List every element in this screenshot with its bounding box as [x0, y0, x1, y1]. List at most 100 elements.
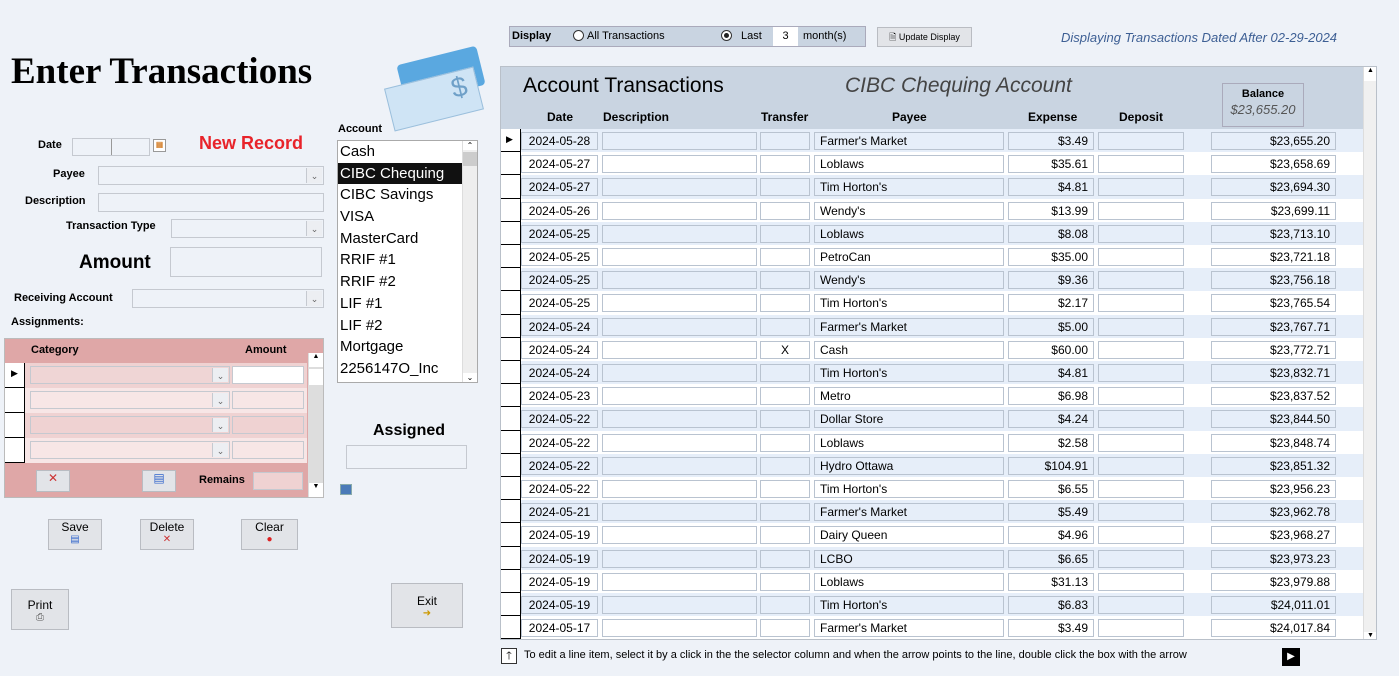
cell-date[interactable]: 2024-05-24 — [521, 317, 598, 336]
cell-balance[interactable]: $23,968.27 — [1211, 526, 1336, 545]
cell-expense[interactable]: $3.49 — [1008, 132, 1094, 150]
cell-expense[interactable]: $4.81 — [1008, 178, 1094, 197]
cell-date[interactable]: 2024-05-21 — [521, 503, 598, 522]
cell-description[interactable] — [602, 387, 757, 406]
cell-transfer[interactable] — [760, 433, 810, 452]
cell-transfer[interactable] — [760, 155, 810, 174]
cell-deposit[interactable] — [1098, 596, 1184, 614]
cell-expense[interactable]: $2.17 — [1008, 294, 1094, 313]
cell-date[interactable]: 2024-05-22 — [521, 410, 598, 429]
row-selector[interactable] — [501, 384, 521, 408]
cell-description[interactable] — [602, 317, 757, 336]
cell-payee[interactable]: Tim Horton's — [814, 294, 1004, 313]
cell-balance[interactable]: $23,956.23 — [1211, 480, 1336, 498]
cell-expense[interactable]: $2.58 — [1008, 433, 1094, 452]
cell-deposit[interactable] — [1098, 619, 1184, 638]
cell-deposit[interactable] — [1098, 294, 1184, 313]
cell-description[interactable] — [602, 178, 757, 197]
cell-expense[interactable]: $60.00 — [1008, 340, 1094, 359]
account-item[interactable]: 2256147O_Inc — [338, 358, 462, 380]
account-item[interactable]: Cash — [338, 141, 462, 163]
chevron-down-icon[interactable]: ⌄ — [306, 221, 322, 236]
cell-balance[interactable]: $23,848.74 — [1211, 433, 1336, 452]
cell-expense[interactable]: $31.13 — [1008, 572, 1094, 591]
table-row[interactable]: 2024-05-19 LCBO $6.65 $23,973.23 — [501, 546, 1363, 570]
table-row[interactable]: 2024-05-25 Wendy's $9.36 $23,756.18 — [501, 268, 1363, 292]
cell-transfer[interactable] — [760, 410, 810, 429]
table-row[interactable]: 2024-05-24 X Cash $60.00 $23,772.71 — [501, 337, 1363, 361]
cell-description[interactable] — [602, 572, 757, 591]
row-selector[interactable] — [501, 198, 521, 222]
table-row[interactable]: 2024-05-24 Farmer's Market $5.00 $23,767.71 — [501, 314, 1363, 338]
cell-transfer[interactable] — [760, 619, 810, 638]
cell-date[interactable]: 2024-05-19 — [521, 549, 598, 568]
cell-transfer[interactable] — [760, 132, 810, 150]
account-item[interactable]: RRIF #2 — [338, 271, 462, 293]
grid-scrollbar[interactable]: ▲ ▼ — [1363, 67, 1376, 639]
cell-balance[interactable]: $23,979.88 — [1211, 572, 1336, 591]
row-selector[interactable] — [501, 361, 521, 385]
cell-expense[interactable]: $35.00 — [1008, 248, 1094, 266]
cell-balance[interactable]: $23,765.54 — [1211, 294, 1336, 313]
cell-transfer[interactable] — [760, 387, 810, 406]
cell-description[interactable] — [602, 132, 757, 150]
cell-deposit[interactable] — [1098, 480, 1184, 498]
table-row[interactable]: 2024-05-24 Tim Horton's $4.81 $23,832.71 — [501, 361, 1363, 385]
cell-description[interactable] — [602, 155, 757, 174]
cell-date[interactable]: 2024-05-19 — [521, 526, 598, 545]
assignment-row[interactable]: ▶ ⌄ — [5, 363, 307, 388]
clear-button[interactable]: Clear ● — [241, 519, 298, 550]
row-selector[interactable] — [501, 175, 521, 199]
row-selector[interactable] — [501, 245, 521, 269]
cell-payee[interactable]: Farmer's Market — [814, 317, 1004, 336]
table-row[interactable]: 2024-05-23 Metro $6.98 $23,837.52 — [501, 384, 1363, 408]
cell-expense[interactable]: $4.81 — [1008, 364, 1094, 382]
cell-payee[interactable]: Loblaws — [814, 433, 1004, 452]
row-selector[interactable] — [501, 430, 521, 454]
table-row[interactable]: 2024-05-25 Tim Horton's $2.17 $23,765.54 — [501, 291, 1363, 315]
cell-balance[interactable]: $23,694.30 — [1211, 178, 1336, 197]
date-input[interactable] — [72, 138, 150, 156]
cell-payee[interactable]: Metro — [814, 387, 1004, 406]
table-row[interactable]: 2024-05-22 Dollar Store $4.24 $23,844.50 — [501, 407, 1363, 431]
last-months-radio[interactable] — [721, 30, 732, 41]
cell-expense[interactable]: $35.61 — [1008, 155, 1094, 174]
cell-transfer[interactable] — [760, 572, 810, 591]
cell-description[interactable] — [602, 549, 757, 568]
table-row[interactable]: 2024-05-26 Wendy's $13.99 $23,699.11 — [501, 198, 1363, 222]
save-assignment-button[interactable]: ▤ — [142, 470, 176, 492]
cell-balance[interactable]: $23,772.71 — [1211, 340, 1336, 359]
cell-balance[interactable]: $23,837.52 — [1211, 387, 1336, 406]
all-transactions-radio[interactable] — [573, 30, 584, 41]
cell-transfer[interactable] — [760, 480, 810, 498]
cell-description[interactable] — [602, 596, 757, 614]
cell-balance[interactable]: $23,973.23 — [1211, 549, 1336, 568]
cell-description[interactable] — [602, 271, 757, 290]
cell-description[interactable] — [602, 410, 757, 429]
cell-expense[interactable]: $5.00 — [1008, 317, 1094, 336]
cell-description[interactable] — [602, 456, 757, 475]
cell-payee[interactable]: Loblaws — [814, 224, 1004, 243]
cell-transfer[interactable] — [760, 317, 810, 336]
table-row[interactable]: 2024-05-22 Tim Horton's $6.55 $23,956.23 — [501, 477, 1363, 501]
cell-payee[interactable]: Tim Horton's — [814, 364, 1004, 382]
row-selector[interactable] — [501, 314, 521, 338]
cell-description[interactable] — [602, 201, 757, 220]
row-selector[interactable] — [501, 453, 521, 477]
row-selector[interactable] — [501, 268, 521, 292]
cell-expense[interactable]: $8.08 — [1008, 224, 1094, 243]
account-item[interactable]: RRIF #1 — [338, 249, 462, 271]
row-selector[interactable]: ▶ — [501, 129, 521, 153]
cell-deposit[interactable] — [1098, 178, 1184, 197]
cell-balance[interactable]: $24,017.84 — [1211, 619, 1336, 638]
assignment-row[interactable]: ⌄ — [5, 388, 307, 413]
table-row[interactable]: 2024-05-27 Loblaws $35.61 $23,658.69 — [501, 152, 1363, 176]
cell-balance[interactable]: $23,655.20 — [1211, 132, 1336, 150]
cell-date[interactable]: 2024-05-25 — [521, 248, 598, 266]
cell-description[interactable] — [602, 224, 757, 243]
cell-deposit[interactable] — [1098, 155, 1184, 174]
cell-transfer[interactable] — [760, 271, 810, 290]
cell-payee[interactable]: Dairy Queen — [814, 526, 1004, 545]
row-selector[interactable] — [501, 291, 521, 315]
cell-payee[interactable]: Wendy's — [814, 271, 1004, 290]
